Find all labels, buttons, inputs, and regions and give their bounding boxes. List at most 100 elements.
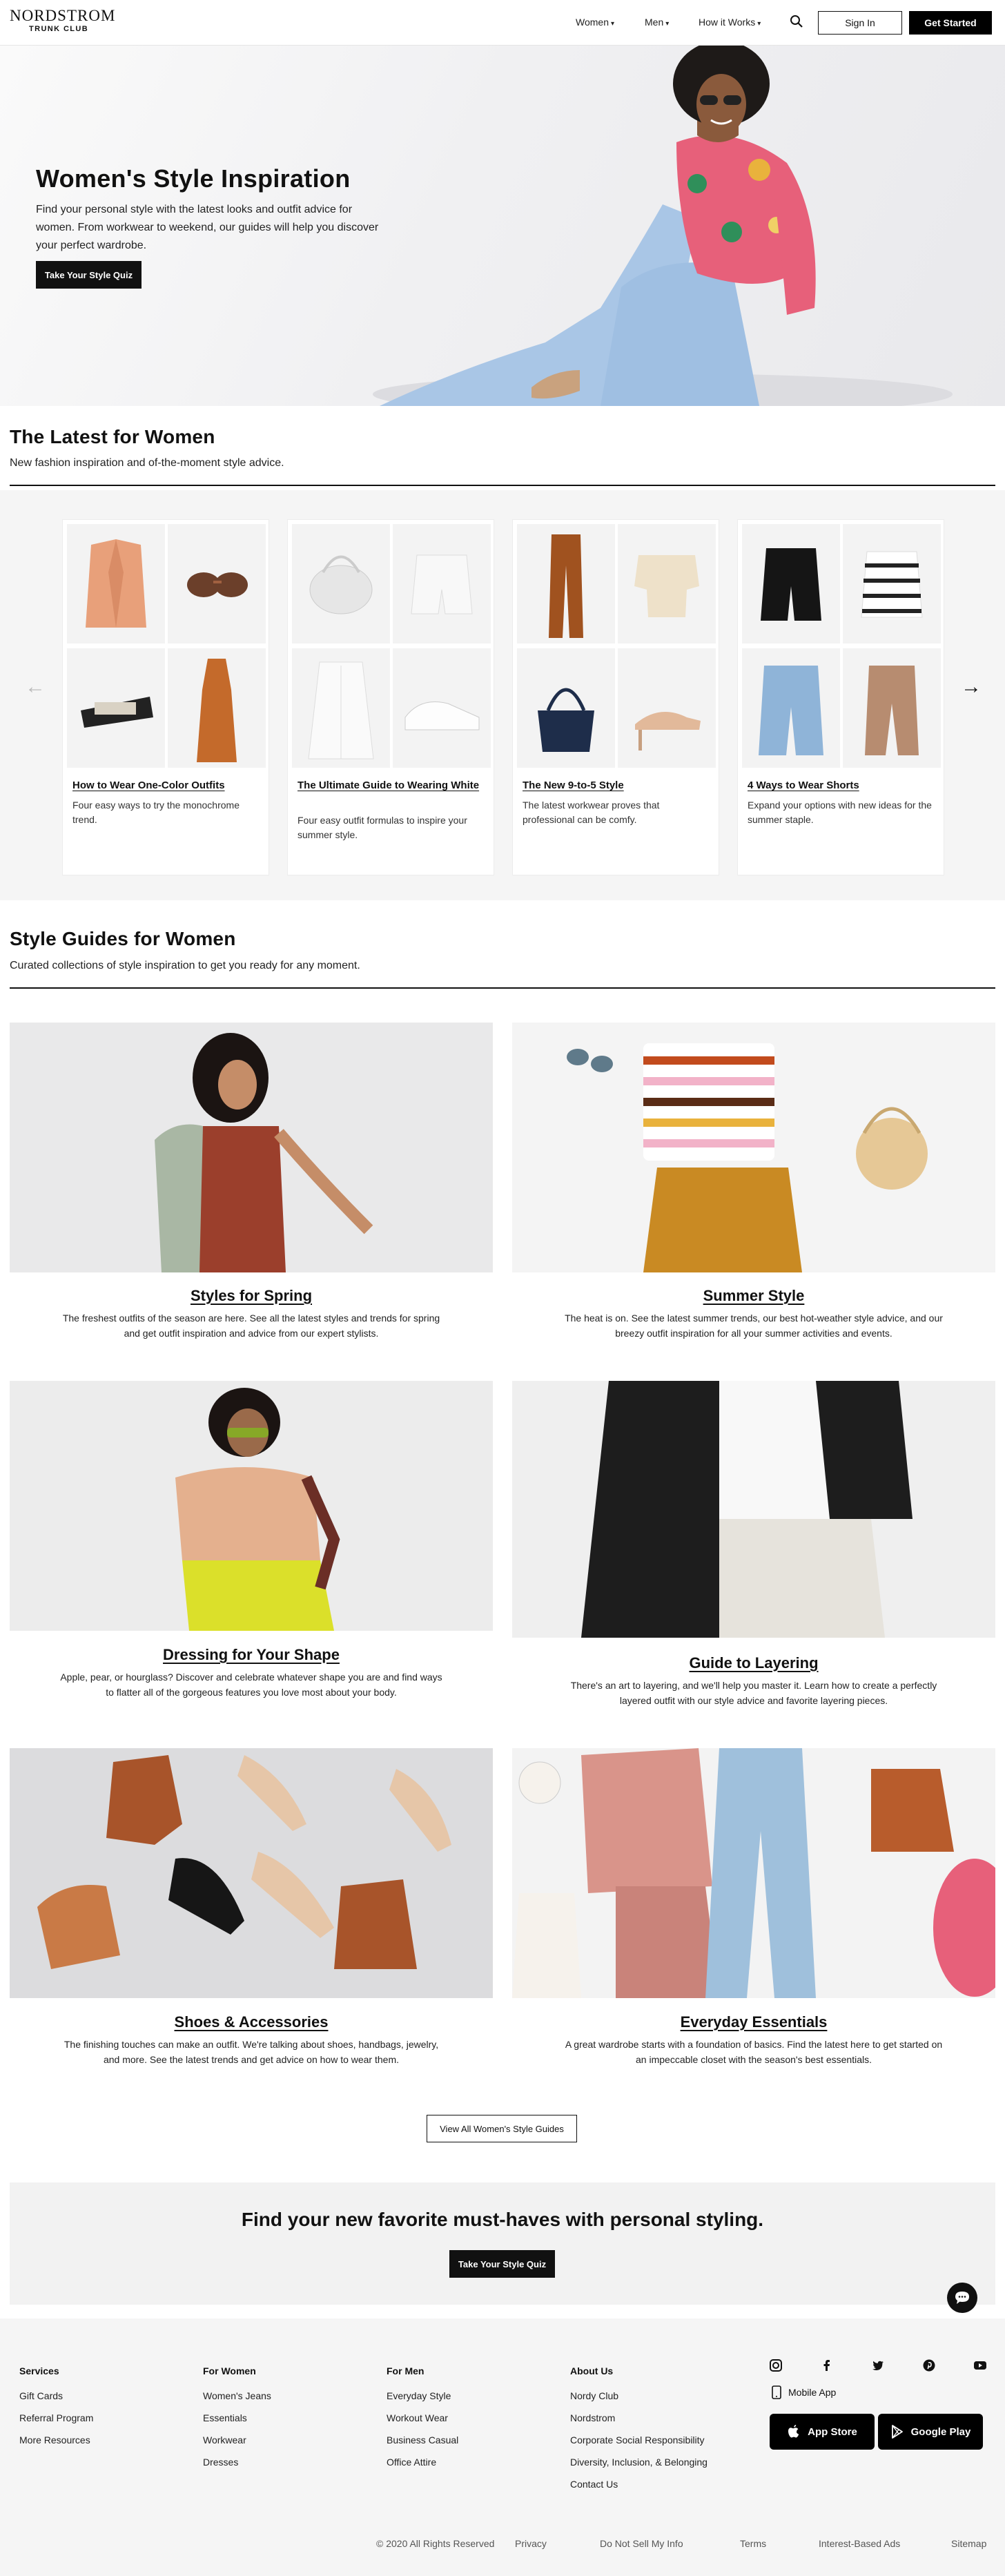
guide-image-shoes[interactable]	[10, 1748, 493, 1998]
guide-desc: The finishing touches can make an outfit…	[64, 2039, 439, 2065]
guide-image-shape[interactable]	[10, 1381, 493, 1631]
hero-text: Find your personal style with the latest…	[36, 204, 379, 251]
footer-link[interactable]: Everyday Style	[387, 2385, 458, 2407]
article-card-title[interactable]: The Ultimate Guide to Wearing White	[297, 778, 484, 793]
sitemap-link[interactable]: Sitemap	[951, 2538, 986, 2549]
instagram-icon[interactable]	[769, 2359, 783, 2372]
arrow-left-icon[interactable]: ←	[25, 677, 46, 697]
chat-icon[interactable]	[947, 2283, 977, 2313]
footer-col-men: For Men Everyday Style Workout Wear Busi…	[387, 2360, 458, 2473]
do-not-sell-link[interactable]: Do Not Sell My Info	[600, 2538, 683, 2549]
search-icon[interactable]	[789, 14, 804, 29]
footer-link[interactable]: Nordstrom	[570, 2407, 708, 2429]
promo-style-quiz-button[interactable]: Take Your Style Quiz	[449, 2250, 555, 2278]
product-image-white-bag	[292, 524, 390, 643]
guide-desc: Apple, pear, or hourglass? Discover and …	[60, 1672, 442, 1698]
footer-link[interactable]: Diversity, Inclusion, & Belonging	[570, 2451, 708, 2473]
guide-title[interactable]: Everyday Essentials	[512, 2013, 995, 2031]
site-footer: Services Gift Cards Referral Program Mor…	[0, 2318, 1005, 2576]
article-card-desc: Four easy outfit formulas to inspire you…	[297, 815, 467, 840]
app-store-label: App Store	[808, 2425, 857, 2438]
guides-section-title: Style Guides for Women	[10, 928, 236, 949]
footer-link[interactable]: Workout Wear	[387, 2407, 458, 2429]
nav-how-label: How it Works	[699, 17, 756, 28]
chevron-down-icon: ▾	[610, 20, 615, 28]
nordstrom-trunk-club-logo[interactable]: NORDSTROM TRUNK CLUB	[10, 8, 115, 34]
guide-title-text: Summer Style	[703, 1287, 805, 1304]
article-card-desc: Four easy ways to try the monochrome tre…	[72, 800, 240, 825]
guide-image-layering[interactable]	[512, 1381, 995, 1638]
guide-image-summer[interactable]	[512, 1023, 995, 1272]
google-play-button[interactable]: Google Play	[878, 2414, 983, 2450]
article-card[interactable]: The New 9-to-5 Style The latest workwear…	[512, 519, 719, 875]
view-all-guides-button[interactable]: View All Women's Style Guides	[427, 2115, 577, 2142]
guide-title[interactable]: Summer Style	[512, 1287, 995, 1305]
footer-link[interactable]: Referral Program	[19, 2407, 93, 2429]
article-card-desc: Expand your options with new ideas for t…	[748, 800, 932, 825]
product-image-striped-shorts	[843, 524, 941, 643]
privacy-link[interactable]: Privacy	[515, 2538, 547, 2549]
get-started-button[interactable]: Get Started	[909, 11, 992, 35]
guide-title-text: Styles for Spring	[190, 1287, 313, 1304]
footer-link[interactable]: Corporate Social Responsibility	[570, 2429, 708, 2451]
guide-title[interactable]: Shoes & Accessories	[10, 2013, 493, 2031]
pinterest-icon[interactable]	[922, 2359, 936, 2372]
article-card[interactable]: How to Wear One-Color Outfits Four easy …	[62, 519, 269, 875]
nav-women[interactable]: Women ▾	[576, 17, 614, 28]
product-image-white-sneakers	[393, 648, 491, 768]
guide-desc: The heat is on. See the latest summer tr…	[565, 1313, 943, 1339]
guide-image-spring[interactable]	[10, 1023, 493, 1272]
app-store-button[interactable]: App Store	[770, 2414, 875, 2450]
guide-image-essentials[interactable]	[512, 1748, 995, 1998]
guide-title[interactable]: Styles for Spring	[10, 1287, 493, 1305]
footer-link[interactable]: Women's Jeans	[203, 2385, 271, 2407]
nav-how-it-works[interactable]: How it Works ▾	[699, 17, 761, 28]
footer-link[interactable]: Essentials	[203, 2407, 271, 2429]
product-image-denim-shorts	[742, 648, 840, 768]
article-card[interactable]: The Ultimate Guide to Wearing White Four…	[287, 519, 494, 875]
nav-men[interactable]: Men ▾	[645, 17, 669, 28]
product-image-navy-bag	[517, 648, 615, 768]
product-image-white-shirt	[292, 648, 390, 768]
terms-link[interactable]: Terms	[740, 2538, 766, 2549]
article-card[interactable]: 4 Ways to Wear Shorts Expand your option…	[737, 519, 944, 875]
youtube-icon[interactable]	[973, 2359, 987, 2372]
interest-based-ads-link[interactable]: Interest-Based Ads	[819, 2538, 900, 2549]
facebook-icon[interactable]	[820, 2359, 834, 2372]
article-card-title[interactable]: The New 9-to-5 Style	[523, 778, 709, 793]
product-image-sunglasses	[168, 524, 266, 643]
article-card-title[interactable]: 4 Ways to Wear Shorts	[748, 778, 934, 793]
footer-heading: About Us	[570, 2365, 614, 2376]
google-play-label: Google Play	[910, 2425, 971, 2438]
product-image-cream-top	[618, 524, 716, 643]
arrow-right-icon[interactable]: →	[961, 677, 982, 697]
footer-col-services: Services Gift Cards Referral Program Mor…	[19, 2360, 93, 2451]
footer-link[interactable]: Nordy Club	[570, 2385, 708, 2407]
article-card-title[interactable]: How to Wear One-Color Outfits	[72, 778, 259, 793]
mobile-app-link[interactable]: Mobile App	[772, 2385, 836, 2399]
guide-title[interactable]: Dressing for Your Shape	[10, 1646, 493, 1664]
footer-link[interactable]: Gift Cards	[19, 2385, 93, 2407]
mobile-app-label: Mobile App	[788, 2387, 837, 2398]
guide-desc: The freshest outfits of the season are h…	[62, 1313, 440, 1339]
google-play-icon	[891, 2425, 903, 2439]
footer-link[interactable]: Office Attire	[387, 2451, 458, 2473]
apple-icon	[788, 2425, 799, 2438]
footer-link[interactable]: Contact Us	[570, 2473, 708, 2495]
footer-link[interactable]: Dresses	[203, 2451, 271, 2473]
product-image-sandals	[67, 648, 165, 768]
hero-title: Women's Style Inspiration	[36, 164, 351, 193]
logo-main-text: NORDSTROM	[10, 7, 116, 24]
guide-title[interactable]: Guide to Layering	[512, 1654, 995, 1672]
footer-link[interactable]: Business Casual	[387, 2429, 458, 2451]
footer-link[interactable]: Workwear	[203, 2429, 271, 2451]
hero-style-quiz-button[interactable]: Take Your Style Quiz	[36, 261, 142, 289]
guide-desc: There's an art to layering, and we'll he…	[570, 1680, 937, 1706]
nav-women-label: Women	[576, 17, 609, 28]
twitter-icon[interactable]	[871, 2359, 885, 2372]
section-divider	[10, 987, 995, 989]
guide-title-text: Guide to Layering	[689, 1654, 819, 1672]
sign-in-button[interactable]: Sign In	[818, 11, 902, 35]
footer-link[interactable]: More Resources	[19, 2429, 93, 2451]
latest-section-subtitle: New fashion inspiration and of-the-momen…	[10, 457, 284, 469]
